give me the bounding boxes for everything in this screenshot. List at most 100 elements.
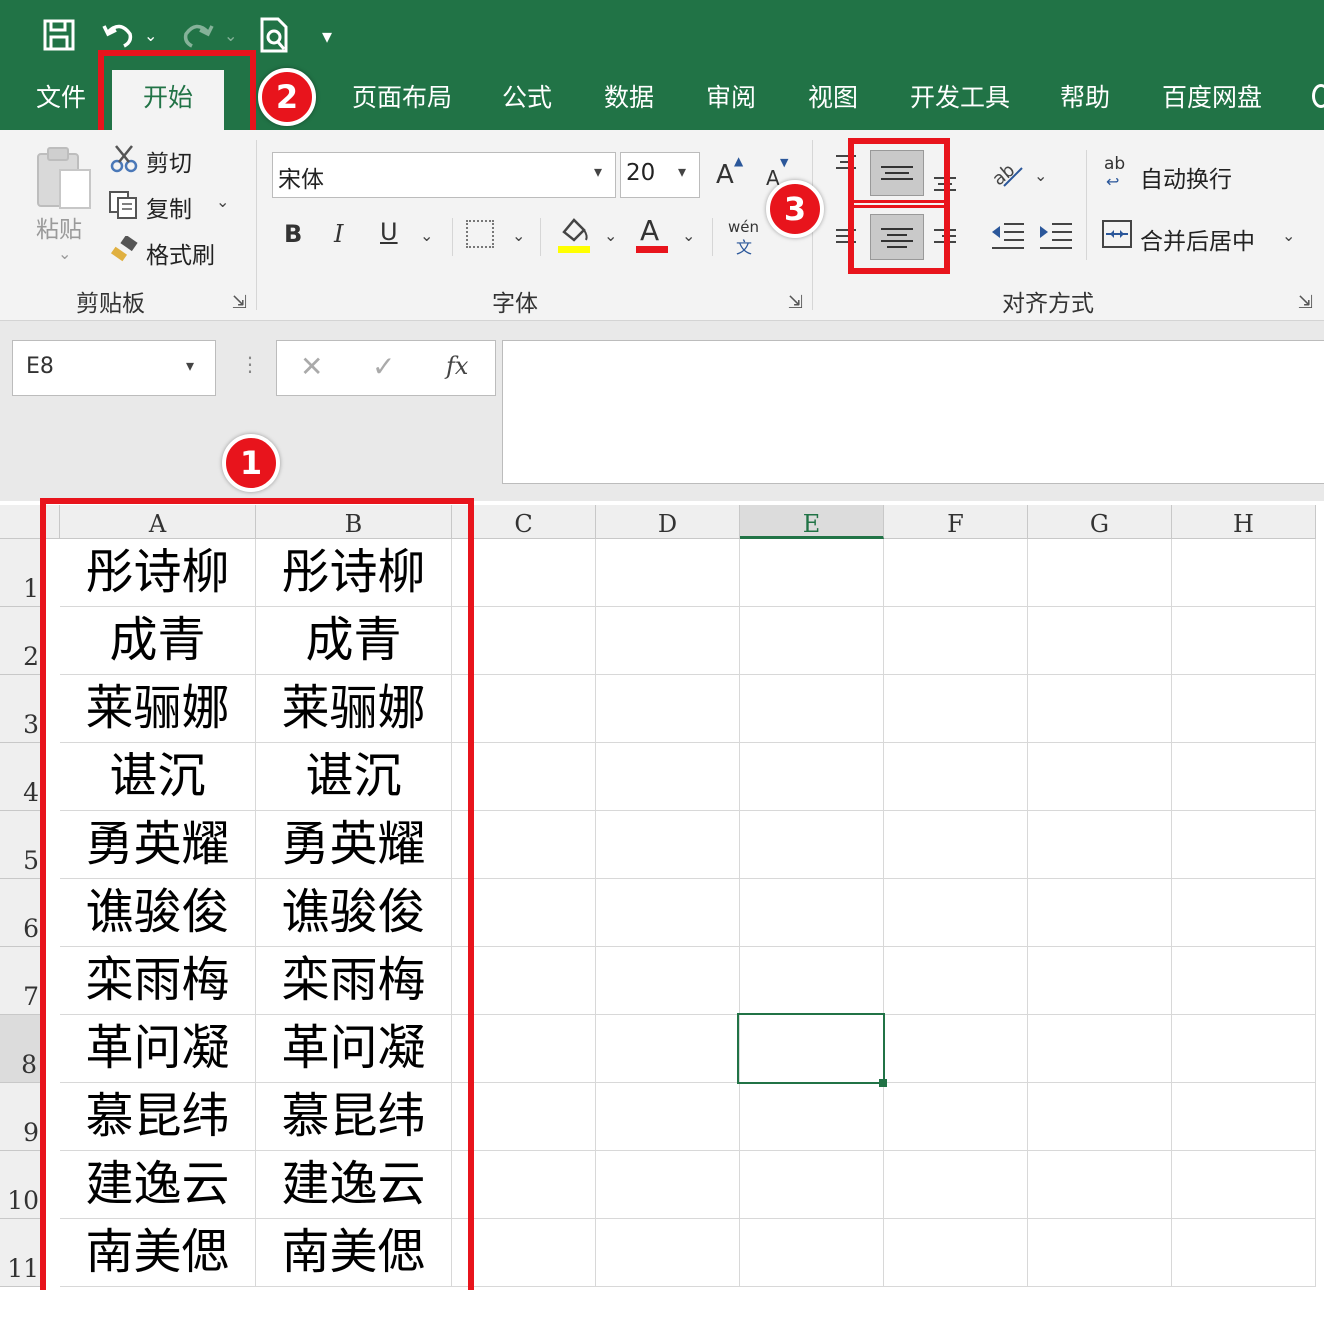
paste-dropdown-icon[interactable]: ⌄ bbox=[58, 244, 71, 263]
tab-review[interactable]: 审阅 bbox=[706, 78, 756, 118]
cell-e4[interactable] bbox=[740, 743, 884, 811]
cell-h9[interactable] bbox=[1172, 1083, 1316, 1151]
column-header-f[interactable]: F bbox=[884, 505, 1028, 539]
tab-file[interactable]: 文件 bbox=[36, 78, 86, 118]
tab-formulas[interactable]: 公式 bbox=[502, 78, 552, 118]
copy-dropdown-icon[interactable]: ⌄ bbox=[216, 192, 229, 211]
cell-e7[interactable] bbox=[740, 947, 884, 1015]
cell-h4[interactable] bbox=[1172, 743, 1316, 811]
paste-icon[interactable] bbox=[34, 146, 94, 216]
cell-g7[interactable] bbox=[1028, 947, 1172, 1015]
redo-icon[interactable] bbox=[180, 16, 216, 52]
tab-view[interactable]: 视图 bbox=[808, 78, 858, 118]
cell-e2[interactable] bbox=[740, 607, 884, 675]
orientation-icon[interactable]: ab bbox=[988, 156, 1026, 194]
customize-qat-icon[interactable]: ▾ bbox=[322, 24, 332, 48]
row-header-3[interactable]: 3 bbox=[0, 675, 44, 743]
wrap-text-icon[interactable]: ab bbox=[1104, 156, 1125, 173]
cell-h6[interactable] bbox=[1172, 879, 1316, 947]
undo-icon[interactable] bbox=[100, 16, 136, 52]
tab-page-layout[interactable]: 页面布局 bbox=[352, 78, 452, 118]
row-header-4[interactable]: 4 bbox=[0, 743, 44, 811]
italic-button[interactable]: I bbox=[334, 220, 343, 248]
column-header-e[interactable]: E bbox=[740, 505, 884, 539]
format-painter-button[interactable]: 格式刷 bbox=[146, 236, 215, 270]
fill-color-dropdown-icon[interactable]: ⌄ bbox=[604, 226, 617, 245]
cell-f2[interactable] bbox=[884, 607, 1028, 675]
cell-e9[interactable] bbox=[740, 1083, 884, 1151]
fill-color-icon[interactable] bbox=[556, 214, 592, 258]
formula-input[interactable] bbox=[502, 340, 1324, 484]
cell-e1[interactable] bbox=[740, 539, 884, 607]
cell-f11[interactable] bbox=[884, 1219, 1028, 1287]
cell-f8[interactable] bbox=[884, 1015, 1028, 1083]
copy-icon[interactable] bbox=[108, 190, 138, 224]
cell-f9[interactable] bbox=[884, 1083, 1028, 1151]
formula-bar-grip[interactable]: ⋮ bbox=[240, 352, 260, 376]
cell-h5[interactable] bbox=[1172, 811, 1316, 879]
enter-icon[interactable]: ✓ bbox=[372, 350, 395, 383]
cell-e5[interactable] bbox=[740, 811, 884, 879]
cell-f3[interactable] bbox=[884, 675, 1028, 743]
cell-d1[interactable] bbox=[596, 539, 740, 607]
copy-button[interactable]: 复制 bbox=[146, 190, 192, 224]
cell-h8[interactable] bbox=[1172, 1015, 1316, 1083]
paste-label[interactable]: 粘贴 bbox=[36, 210, 82, 244]
cell-g10[interactable] bbox=[1028, 1151, 1172, 1219]
merge-dropdown-icon[interactable]: ⌄ bbox=[1282, 226, 1295, 245]
column-header-g[interactable]: G bbox=[1028, 505, 1172, 539]
cell-e6[interactable] bbox=[740, 879, 884, 947]
cell-f7[interactable] bbox=[884, 947, 1028, 1015]
cell-d5[interactable] bbox=[596, 811, 740, 879]
cell-h10[interactable] bbox=[1172, 1151, 1316, 1219]
cell-g11[interactable] bbox=[1028, 1219, 1172, 1287]
cell-d3[interactable] bbox=[596, 675, 740, 743]
cell-d11[interactable] bbox=[596, 1219, 740, 1287]
wrap-text-button[interactable]: 自动换行 bbox=[1140, 160, 1232, 194]
cell-g6[interactable] bbox=[1028, 879, 1172, 947]
bold-button[interactable]: B bbox=[284, 220, 302, 248]
cell-g4[interactable] bbox=[1028, 743, 1172, 811]
increase-font-icon[interactable]: A bbox=[716, 160, 734, 190]
cell-f1[interactable] bbox=[884, 539, 1028, 607]
cell-d9[interactable] bbox=[596, 1083, 740, 1151]
selected-cell-e8[interactable] bbox=[737, 1013, 885, 1084]
row-header-8[interactable]: 8 bbox=[0, 1015, 44, 1083]
cell-h7[interactable] bbox=[1172, 947, 1316, 1015]
fill-handle[interactable] bbox=[879, 1079, 887, 1087]
column-header-d[interactable]: D bbox=[596, 505, 740, 539]
cell-h1[interactable] bbox=[1172, 539, 1316, 607]
cell-d6[interactable] bbox=[596, 879, 740, 947]
cell-g9[interactable] bbox=[1028, 1083, 1172, 1151]
increase-indent-icon[interactable] bbox=[1038, 220, 1074, 254]
cell-d2[interactable] bbox=[596, 607, 740, 675]
merge-center-icon[interactable] bbox=[1102, 220, 1132, 248]
tab-baidu-netdisk[interactable]: 百度网盘 bbox=[1162, 78, 1262, 118]
phonetic-guide-icon[interactable]: 文 bbox=[736, 234, 752, 258]
tab-help[interactable]: 帮助 bbox=[1060, 78, 1110, 118]
font-name-dropdown-icon[interactable]: ▾ bbox=[594, 162, 602, 181]
cancel-icon[interactable]: ✕ bbox=[300, 350, 323, 383]
cell-g3[interactable] bbox=[1028, 675, 1172, 743]
cell-f4[interactable] bbox=[884, 743, 1028, 811]
font-color-dropdown-icon[interactable]: ⌄ bbox=[682, 226, 695, 245]
cell-g1[interactable] bbox=[1028, 539, 1172, 607]
cell-h3[interactable] bbox=[1172, 675, 1316, 743]
font-color-icon[interactable]: A bbox=[640, 214, 659, 247]
orientation-dropdown-icon[interactable]: ⌄ bbox=[1034, 166, 1047, 185]
name-box-dropdown-icon[interactable]: ▾ bbox=[186, 356, 194, 375]
alignment-launcher-icon[interactable]: ⇲ bbox=[1298, 292, 1313, 313]
tab-data[interactable]: 数据 bbox=[604, 78, 654, 118]
tab-developer[interactable]: 开发工具 bbox=[910, 78, 1010, 118]
cell-d10[interactable] bbox=[596, 1151, 740, 1219]
decrease-indent-icon[interactable] bbox=[990, 220, 1026, 254]
row-header-2[interactable]: 2 bbox=[0, 607, 44, 675]
merge-center-button[interactable]: 合并后居中 bbox=[1140, 222, 1255, 256]
print-preview-icon[interactable] bbox=[258, 16, 292, 54]
cell-h11[interactable] bbox=[1172, 1219, 1316, 1287]
cell-g2[interactable] bbox=[1028, 607, 1172, 675]
row-header-11[interactable]: 11 bbox=[0, 1219, 44, 1287]
cell-f5[interactable] bbox=[884, 811, 1028, 879]
cell-d8[interactable] bbox=[596, 1015, 740, 1083]
cell-f10[interactable] bbox=[884, 1151, 1028, 1219]
